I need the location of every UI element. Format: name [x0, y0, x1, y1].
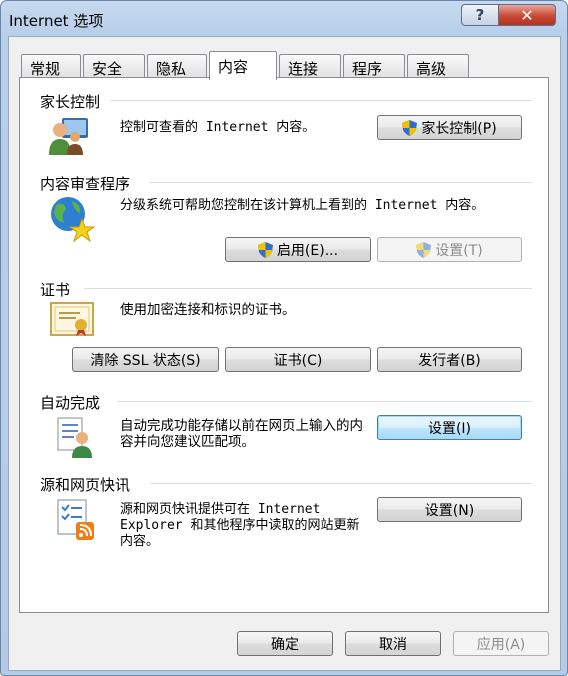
- feeds-settings-button[interactable]: 设置(N): [377, 497, 522, 522]
- uac-shield-icon: [402, 119, 418, 136]
- content-advisor-settings-button[interactable]: 设置(T): [377, 237, 522, 262]
- tab-content[interactable]: 内容: [209, 51, 277, 80]
- parental-control-users-icon: [49, 118, 88, 155]
- uac-shield-icon: [257, 241, 273, 258]
- divider: [118, 401, 532, 402]
- divider: [150, 483, 532, 484]
- rss-feed-icon: [57, 499, 94, 540]
- tab-programs[interactable]: 程序: [343, 54, 405, 78]
- certificates-heading: 证书: [40, 279, 77, 300]
- tab-connections[interactable]: 连接: [279, 54, 341, 78]
- divider: [110, 100, 532, 101]
- apply-button[interactable]: 应用(A): [453, 631, 549, 656]
- feeds-description: 源和网页快讯提供可在 Internet Explorer 和其他程序中读取的网站…: [120, 502, 360, 549]
- feeds-heading: 源和网页快讯: [40, 474, 137, 495]
- divider: [84, 288, 532, 289]
- title-bar[interactable]: Internet 选项 ? ✕: [1, 1, 567, 37]
- parental-controls-description: 控制可查看的 Internet 内容。: [120, 120, 316, 135]
- divider: [150, 182, 532, 183]
- content-advisor-settings-label: 设置(T): [435, 242, 483, 259]
- content-advisor-enable-label: 启用(E)...: [276, 242, 339, 259]
- tab-general[interactable]: 常规: [21, 54, 81, 78]
- uac-shield-icon: [416, 241, 432, 258]
- internet-options-window: Internet 选项 ? ✕ 常规 安全 隐私 内容 连接 程序 高级 家长控…: [0, 0, 568, 676]
- cancel-button[interactable]: 取消: [345, 631, 441, 656]
- certificate-icon: [50, 302, 94, 336]
- window-title: Internet 选项: [9, 12, 104, 30]
- autocomplete-description: 自动完成功能存储以前在网页上输入的内容并向您建议匹配项。: [120, 418, 363, 450]
- certificates-description: 使用加密连接和标识的证书。: [120, 302, 296, 318]
- content-advisor-heading: 内容审查程序: [40, 173, 137, 194]
- autocomplete-heading: 自动完成: [40, 392, 107, 413]
- content-tab-panel: 家长控制 控制可查看的 Internet 内容。 家长控制(P) 内容审查程序 …: [19, 77, 549, 613]
- publishers-button[interactable]: 发行者(B): [377, 347, 522, 372]
- help-button[interactable]: ?: [461, 4, 499, 26]
- tab-advanced[interactable]: 高级: [407, 54, 469, 78]
- clear-ssl-state-button[interactable]: 清除 SSL 状态(S): [72, 347, 219, 372]
- ok-button[interactable]: 确定: [237, 631, 333, 656]
- content-advisor-enable-button[interactable]: 启用(E)...: [225, 237, 371, 262]
- autocomplete-user-icon: [57, 417, 92, 458]
- parental-controls-button-label: 家长控制(P): [421, 120, 497, 137]
- tab-privacy[interactable]: 隐私: [147, 54, 207, 78]
- tab-security[interactable]: 安全: [83, 54, 145, 78]
- content-advisor-description: 分级系统可帮助您控制在该计算机上看到的 Internet 内容。: [120, 198, 485, 213]
- certificates-button[interactable]: 证书(C): [225, 347, 371, 372]
- parental-controls-button[interactable]: 家长控制(P): [377, 115, 522, 140]
- parental-controls-heading: 家长控制: [40, 91, 107, 112]
- globe-star-icon: [51, 197, 96, 243]
- close-button[interactable]: ✕: [498, 4, 556, 26]
- dialog-client-area: 常规 安全 隐私 内容 连接 程序 高级 家长控制 控制可查看的 Interne…: [8, 36, 561, 671]
- autocomplete-settings-button[interactable]: 设置(I): [377, 415, 522, 440]
